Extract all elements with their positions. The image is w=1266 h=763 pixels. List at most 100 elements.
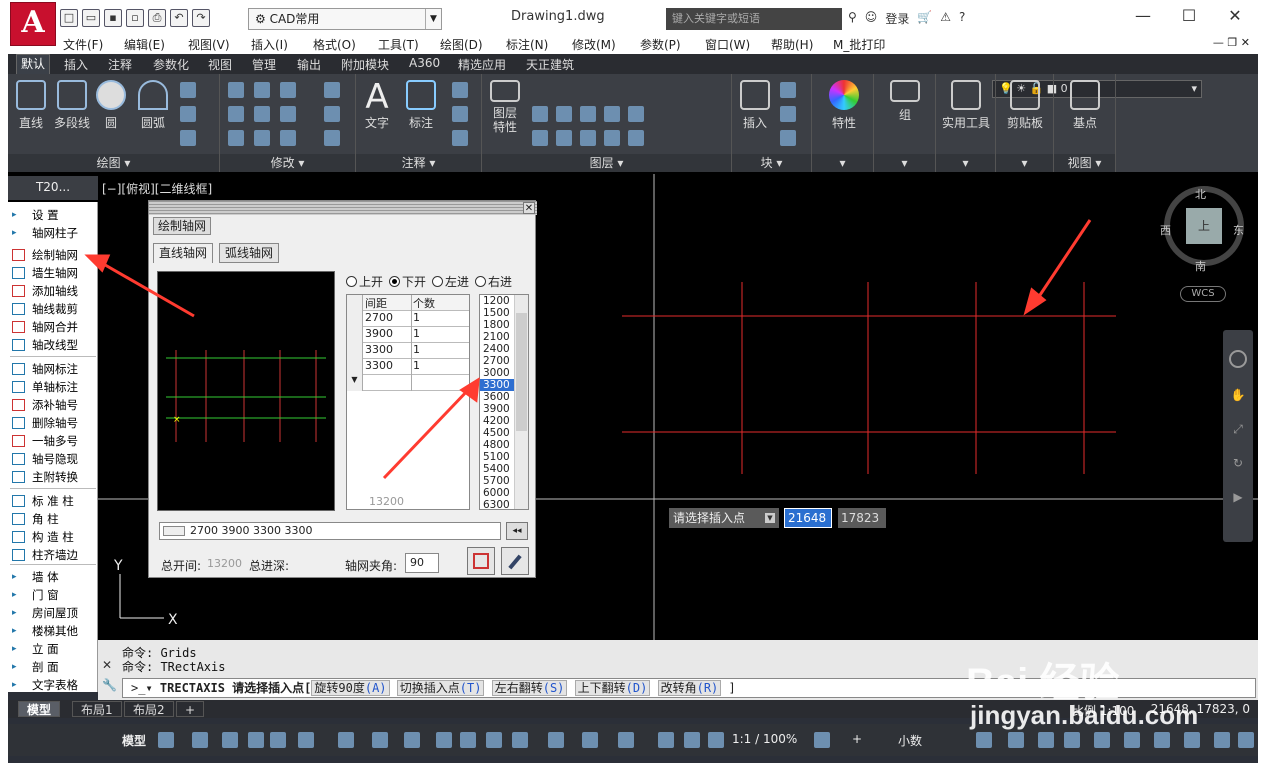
stretch-icon[interactable] xyxy=(228,130,244,146)
clipboard-panel-title[interactable]: ▾ xyxy=(996,154,1053,172)
grid-display-icon[interactable] xyxy=(158,732,174,748)
line-button[interactable]: 直线 xyxy=(14,80,48,131)
table-icon[interactable] xyxy=(452,130,468,146)
arc-button[interactable]: 圆弧 xyxy=(134,80,172,131)
leftpanel-item[interactable]: 角 柱 xyxy=(8,510,98,528)
insert-block-button[interactable]: 插入 xyxy=(738,80,772,131)
close-icon[interactable]: ✕ xyxy=(102,658,112,672)
leftpanel-item[interactable]: 单轴标注 xyxy=(8,378,98,396)
menu-batch-print[interactable]: M_批打印 xyxy=(833,36,885,53)
layer-icon-2[interactable] xyxy=(556,106,572,122)
annotation-scale-icon[interactable] xyxy=(708,732,724,748)
help-icon[interactable]: ? xyxy=(959,10,965,27)
menu-format[interactable]: 格式(O) xyxy=(313,36,356,53)
app-menu-button[interactable]: A xyxy=(10,2,56,46)
table-row[interactable]: 2700 1 xyxy=(347,311,469,327)
tab-layout1[interactable]: 布局1 xyxy=(72,701,122,717)
clipboard-button[interactable]: 剪贴板 xyxy=(1002,80,1048,131)
cart-icon[interactable]: 🛒 xyxy=(917,10,932,27)
radio-bottom[interactable]: 下开 xyxy=(389,273,426,290)
wrench-icon[interactable]: 🔧 xyxy=(102,678,117,692)
menu-tools[interactable]: 工具(T) xyxy=(378,36,419,53)
tab-manage[interactable]: 管理 xyxy=(252,56,276,73)
polar-icon[interactable] xyxy=(248,732,264,748)
spacing-input[interactable]: 2700 3900 3300 3300 xyxy=(159,522,501,540)
layer-icon-3[interactable] xyxy=(580,106,596,122)
utilities-button[interactable]: 实用工具 xyxy=(938,80,994,131)
search-input[interactable]: 键入关键字或短语 xyxy=(666,8,842,30)
tab-featured[interactable]: 精选应用 xyxy=(458,56,506,73)
lock-ui-icon[interactable] xyxy=(1008,732,1024,748)
leftpanel-item[interactable]: ▸ 房间屋顶 xyxy=(8,604,98,622)
command-option[interactable]: 改转角(R) xyxy=(657,680,722,696)
tab-add-layout[interactable]: + xyxy=(176,701,205,717)
spacing-cell[interactable]: 3300 xyxy=(365,343,393,356)
menu-window[interactable]: 窗口(W) xyxy=(705,36,750,53)
layer-icon-4[interactable] xyxy=(604,106,620,122)
radio-left-dot[interactable] xyxy=(432,276,444,287)
attribute-icon[interactable] xyxy=(780,130,796,146)
layer-icon-10[interactable] xyxy=(628,130,644,146)
modify-panel-title[interactable]: 修改 ▾ xyxy=(220,154,355,172)
maximize-button[interactable]: ☐ xyxy=(1166,0,1212,32)
leftpanel-item[interactable]: 构 造 柱 xyxy=(8,528,98,546)
layer-icon-5[interactable] xyxy=(628,106,644,122)
leader-icon[interactable] xyxy=(452,106,468,122)
annotation-visibility-icon[interactable] xyxy=(658,732,674,748)
table-row[interactable]: 3300 1 xyxy=(347,359,469,375)
undo-icon[interactable]: ↶ xyxy=(170,9,188,27)
count-cell[interactable]: 1 xyxy=(413,343,420,356)
edit-block-icon[interactable] xyxy=(780,106,796,122)
count-cell[interactable]: 1 xyxy=(413,311,420,324)
steering-wheel-icon[interactable] xyxy=(1229,350,1247,368)
selection-cycling-icon[interactable] xyxy=(486,732,502,748)
radio-bottom-dot[interactable] xyxy=(389,276,401,287)
dynamic-input-x[interactable]: 21648 xyxy=(784,508,832,528)
angle-input[interactable]: 90 xyxy=(405,553,439,573)
offset-icon[interactable] xyxy=(324,130,340,146)
isodraft-icon[interactable] xyxy=(270,732,286,748)
group-button[interactable]: 组 xyxy=(888,80,922,123)
save-icon[interactable]: ▪ xyxy=(104,9,122,27)
layer-icon-1[interactable] xyxy=(532,106,548,122)
navigation-bar[interactable]: ✋ ⤢ ↻ ▶ xyxy=(1223,330,1253,542)
workspace-switch-icon[interactable] xyxy=(814,732,830,748)
saveas-icon[interactable]: ▫ xyxy=(126,9,144,27)
menu-edit[interactable]: 编辑(E) xyxy=(124,36,165,53)
fillet-icon[interactable] xyxy=(280,106,296,122)
plot-icon[interactable]: ⎙ xyxy=(148,9,166,27)
leftpanel-item[interactable]: ▸ 楼梯其他 xyxy=(8,622,98,640)
rewind-button[interactable]: ◂◂ xyxy=(506,522,528,540)
menu-view[interactable]: 视图(V) xyxy=(188,36,230,53)
leftpanel-item[interactable]: 添加轴线 xyxy=(8,282,98,300)
workspace-select[interactable]: ⚙ CAD常用 ▼ xyxy=(248,8,442,30)
view-panel-title[interactable]: 视图 ▾ xyxy=(1054,154,1115,172)
array-icon[interactable] xyxy=(280,130,296,146)
open-icon[interactable]: ▭ xyxy=(82,9,100,27)
spacing-value-list[interactable]: 1200 1500 1800 2100 2400 2700 3000 3300 3600 3900… xyxy=(479,294,529,510)
trim-icon[interactable] xyxy=(280,82,296,98)
leftpanel-item[interactable]: 柱齐墙边 xyxy=(8,546,98,564)
polyline-button[interactable]: 多段线 xyxy=(50,80,94,131)
leftpanel-item[interactable]: 标 准 柱 xyxy=(8,492,98,510)
menu-insert[interactable]: 插入(I) xyxy=(251,36,288,53)
menu-help[interactable]: 帮助(H) xyxy=(771,36,813,53)
tab-annotate[interactable]: 注释 xyxy=(108,56,132,73)
command-option[interactable]: 切换插入点(T) xyxy=(396,680,485,696)
tab-output[interactable]: 输出 xyxy=(297,56,321,73)
linear-dim-icon[interactable] xyxy=(452,82,468,98)
layer-icon-8[interactable] xyxy=(580,130,596,146)
dialog-titlebar[interactable]: ✕ xyxy=(149,201,537,215)
leftpanel-item[interactable]: ▸ 轴网柱子 xyxy=(8,224,98,242)
tab-a360[interactable]: A360 xyxy=(409,56,440,70)
create-block-icon[interactable] xyxy=(780,82,796,98)
draw-panel-title[interactable]: 绘图 ▾ xyxy=(8,154,219,172)
leftpanel-item[interactable]: 绘制轴网 xyxy=(8,246,98,264)
menu-param[interactable]: 参数(P) xyxy=(640,36,681,53)
count-cell[interactable]: 1 xyxy=(413,359,420,372)
leftpanel-item[interactable]: 主附转换 xyxy=(8,468,98,486)
radio-right[interactable]: 右进 xyxy=(475,273,512,290)
selection-filter-icon[interactable] xyxy=(582,732,598,748)
wcs-menu[interactable]: WCS xyxy=(1180,286,1226,302)
tab-view[interactable]: 视图 xyxy=(208,56,232,73)
